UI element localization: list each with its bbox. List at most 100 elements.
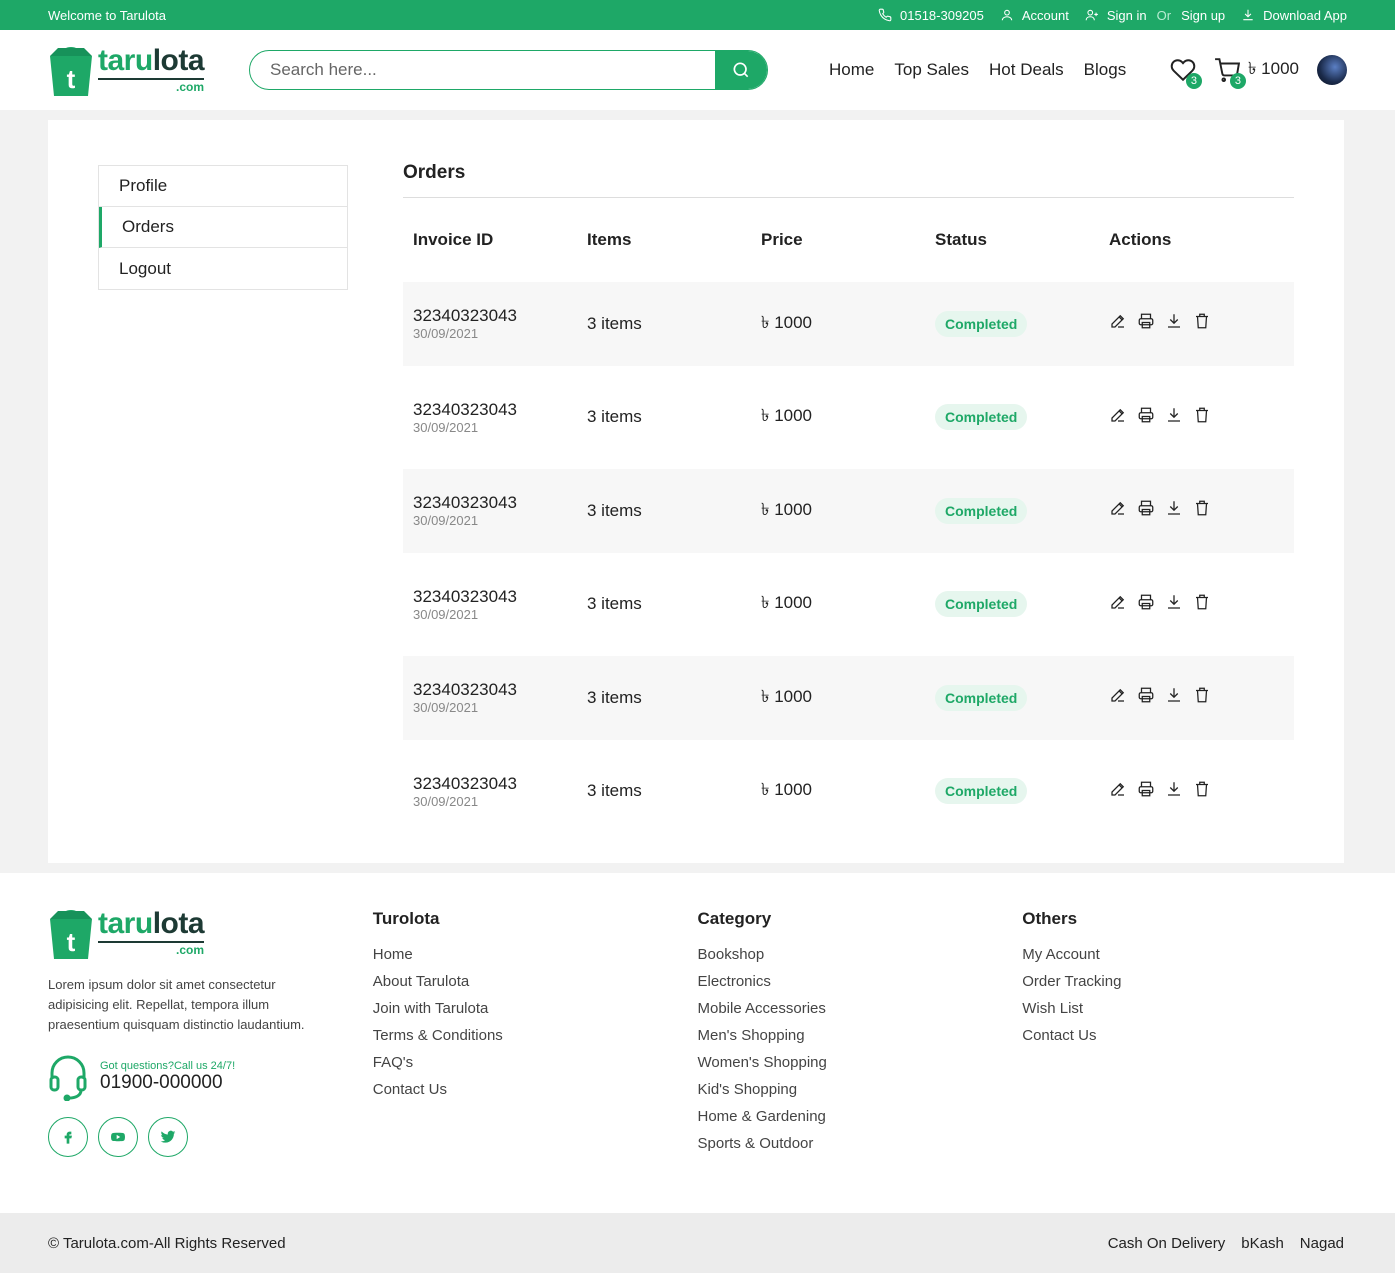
delete-button[interactable]: [1193, 406, 1211, 429]
invoice-cell: 32340323043 30/09/2021: [413, 587, 587, 622]
download-button[interactable]: [1165, 686, 1183, 709]
user-icon: [1001, 9, 1013, 21]
download-button[interactable]: [1165, 780, 1183, 803]
download-button[interactable]: [1165, 406, 1183, 429]
twitter-link[interactable]: [148, 1117, 188, 1157]
price-cell: ৳ 1000: [761, 312, 813, 332]
sign-in-link[interactable]: Sign in: [1085, 8, 1147, 23]
column-items: Items: [587, 230, 632, 249]
footer-link-bookshop[interactable]: Bookshop: [698, 945, 1023, 964]
nav-hot-deals[interactable]: Hot Deals: [989, 60, 1064, 80]
youtube-link[interactable]: [98, 1117, 138, 1157]
payment-cod: Cash On Delivery: [1107, 1234, 1226, 1252]
edit-button[interactable]: [1109, 406, 1127, 429]
order-date: 30/09/2021: [413, 419, 479, 435]
footer-link-join[interactable]: Join with Tarulota: [373, 999, 698, 1018]
footer-link-electronics[interactable]: Electronics: [698, 972, 1023, 991]
footer-link-contact-us[interactable]: Contact Us: [1022, 1026, 1347, 1045]
edit-button[interactable]: [1109, 499, 1127, 522]
download-icon: [1168, 314, 1180, 328]
search-input[interactable]: [250, 51, 715, 89]
support-block: Got questions?Call us 24/7! 01900-000000: [48, 1053, 373, 1101]
sign-up-link[interactable]: Sign up: [1181, 8, 1225, 23]
footer-link-mens-shopping[interactable]: Men's Shopping: [698, 1026, 1023, 1045]
footer-link-faq[interactable]: FAQ's: [373, 1053, 698, 1072]
order-date: 30/09/2021: [413, 513, 479, 529]
delete-icon: [1196, 500, 1208, 516]
print-button[interactable]: [1137, 499, 1155, 522]
download-button[interactable]: [1165, 499, 1183, 522]
delete-button[interactable]: [1193, 593, 1211, 616]
nav-top-sales[interactable]: Top Sales: [894, 60, 969, 80]
status-badge: Completed: [935, 778, 1028, 805]
footer-heading: Category: [697, 909, 772, 928]
download-button[interactable]: [1165, 312, 1183, 335]
print-icon: [1138, 781, 1154, 797]
logo[interactable]: t tarulota .com: [48, 42, 248, 98]
order-date: 30/09/2021: [413, 700, 479, 716]
status-badge: Completed: [935, 404, 1028, 431]
nav-blogs[interactable]: Blogs: [1084, 60, 1127, 80]
print-icon: [1138, 500, 1154, 516]
delete-button[interactable]: [1193, 499, 1211, 522]
print-button[interactable]: [1137, 406, 1155, 429]
footer-logo[interactable]: t tarulota .com: [48, 905, 248, 961]
download-button[interactable]: [1165, 593, 1183, 616]
sidebar-item-orders[interactable]: Orders: [99, 207, 347, 248]
delete-button[interactable]: [1193, 780, 1211, 803]
edit-button[interactable]: [1109, 686, 1127, 709]
edit-button[interactable]: [1109, 312, 1127, 335]
cart-button[interactable]: 3 ৳ 1000: [1214, 56, 1299, 89]
footer-link-terms[interactable]: Terms & Conditions: [373, 1026, 698, 1045]
search-button[interactable]: [715, 51, 767, 89]
footer-link-womens-shopping[interactable]: Women's Shopping: [698, 1053, 1023, 1072]
orders-section: Orders Invoice ID Items Price Status Act…: [403, 162, 1294, 818]
edit-button[interactable]: [1109, 780, 1127, 803]
avatar[interactable]: [1317, 55, 1347, 85]
delete-button[interactable]: [1193, 686, 1211, 709]
footer-link-sports-outdoor[interactable]: Sports & Outdoor: [698, 1134, 1023, 1153]
wishlist-button[interactable]: 3: [1170, 57, 1202, 89]
price-cell: ৳ 1000: [761, 406, 813, 426]
delete-button[interactable]: [1193, 312, 1211, 335]
footer-link-order-tracking[interactable]: Order Tracking: [1022, 972, 1347, 991]
sidebar-item-logout[interactable]: Logout: [99, 248, 347, 289]
footer-heading: Turolota: [372, 909, 440, 928]
print-button[interactable]: [1137, 780, 1155, 803]
footer-link-home[interactable]: Home: [373, 945, 698, 964]
print-button[interactable]: [1137, 686, 1155, 709]
footer-link-my-account[interactable]: My Account: [1022, 945, 1347, 964]
download-app-link[interactable]: Download App: [1241, 8, 1347, 23]
footer-logo-letter: t: [67, 927, 76, 957]
orders-table-body: 32340323043 30/09/2021 3 items ৳ 1000 Co…: [403, 282, 1294, 833]
order-date: 30/09/2021: [413, 326, 479, 342]
youtube-icon: [111, 1132, 125, 1142]
invoice-cell: 32340323043 30/09/2021: [413, 306, 587, 341]
footer-link-contact[interactable]: Contact Us: [373, 1080, 698, 1099]
print-button[interactable]: [1137, 312, 1155, 335]
status-cell: Completed: [935, 404, 1109, 431]
bottom-bar: © Tarulota.com-All Rights Reserved Cash …: [0, 1213, 1395, 1273]
delete-icon: [1196, 594, 1208, 610]
search-bar: [249, 50, 768, 90]
payment-nagad: Nagad: [1299, 1234, 1344, 1252]
edit-button[interactable]: [1109, 593, 1127, 616]
phone-link[interactable]: 01518-309205: [878, 8, 984, 23]
footer-logo-name-b: lota: [152, 907, 205, 940]
sidebar-item-profile[interactable]: Profile: [99, 166, 347, 207]
logo-letter: t: [67, 64, 76, 94]
print-button[interactable]: [1137, 593, 1155, 616]
facebook-link[interactable]: [48, 1117, 88, 1157]
footer-link-about[interactable]: About Tarulota: [373, 972, 698, 991]
sign-in-label: Sign in: [1106, 7, 1147, 23]
footer-link-wish-list[interactable]: Wish List: [1022, 999, 1347, 1018]
actions-cell: [1109, 686, 1294, 709]
account-link[interactable]: Account: [1000, 8, 1069, 23]
nav-home[interactable]: Home: [829, 60, 874, 80]
support-phone[interactable]: 01900-000000: [100, 1072, 235, 1094]
footer-link-kids-shopping[interactable]: Kid's Shopping: [698, 1080, 1023, 1099]
invoice-cell: 32340323043 30/09/2021: [413, 400, 587, 435]
footer-link-home-gardening[interactable]: Home & Gardening: [698, 1107, 1023, 1126]
footer-link-mobile-accessories[interactable]: Mobile Accessories: [698, 999, 1023, 1018]
user-plus-icon: [1085, 9, 1098, 21]
